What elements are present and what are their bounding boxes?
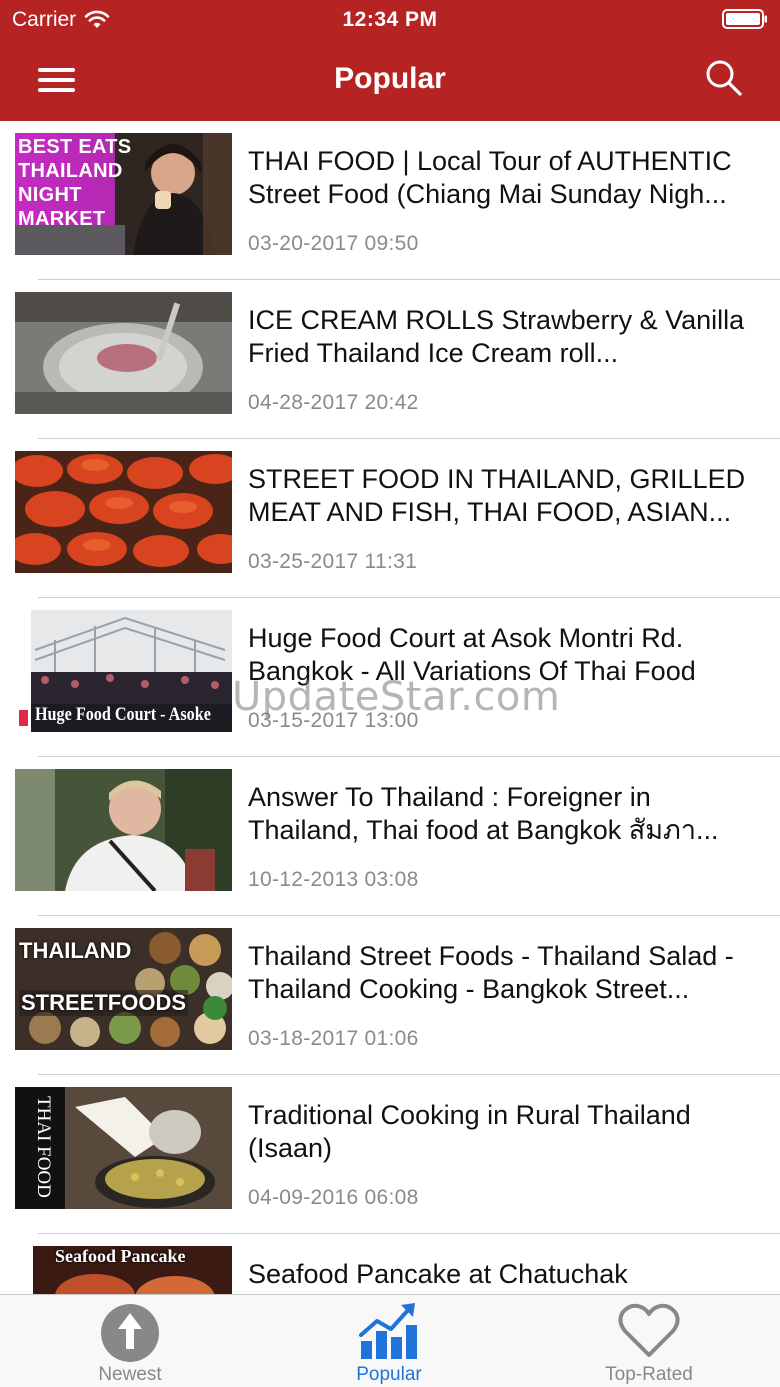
video-row[interactable]: BEST EATS THAILAND NIGHT MARKET THAI FOO… xyxy=(0,121,780,280)
thumbnail-caption-line: MARKET xyxy=(18,208,106,230)
video-row[interactable]: THAI FOOD Traditional Cooking in Rural T… xyxy=(0,1075,780,1234)
video-date: 03-15-2017 13:00 xyxy=(248,709,419,732)
video-thumbnail: THAI FOOD xyxy=(15,1087,232,1209)
video-row[interactable]: Huge Food Court - Asoke Huge Food Court … xyxy=(0,598,780,757)
page-title: Popular xyxy=(334,62,446,95)
video-title: Traditional Cooking in Rural Thailand (I… xyxy=(248,1100,691,1163)
thumbnail-caption: Huge Food Court - Asoke xyxy=(35,704,211,725)
arrow-up-circle-icon xyxy=(101,1304,159,1362)
tab-label: Top-Rated xyxy=(605,1364,693,1385)
video-row[interactable]: ICE CREAM ROLLS Strawberry & Vanilla Fri… xyxy=(0,280,780,439)
tab-label: Newest xyxy=(98,1364,162,1385)
thumbnail-caption: STREETFOODS xyxy=(19,990,189,1016)
app-header: Carrier 12:34 PM Popular xyxy=(0,0,780,121)
tab-newest[interactable]: Newest xyxy=(40,1295,220,1387)
video-list: BEST EATS THAILAND NIGHT MARKET THAI FOO… xyxy=(0,121,780,1295)
video-date: 04-28-2017 20:42 xyxy=(248,391,419,414)
thumbnail-caption-line: BEST EATS xyxy=(18,136,132,158)
thumbnail-art xyxy=(15,769,232,891)
video-date: 04-09-2016 06:08 xyxy=(248,1186,419,1209)
video-thumbnail: THAILAND STREETFOODS xyxy=(15,928,232,1050)
video-date: 03-20-2017 09:50 xyxy=(248,232,419,255)
bar-chart-trend-icon xyxy=(359,1303,417,1359)
video-thumbnail: BEST EATS THAILAND NIGHT MARKET xyxy=(15,133,232,255)
tab-top-rated[interactable]: Top-Rated xyxy=(559,1295,739,1387)
video-date: 03-18-2017 01:06 xyxy=(248,1027,419,1050)
status-time: 12:34 PM xyxy=(342,8,438,31)
battery-icon xyxy=(722,9,767,29)
video-title: Huge Food Court at Asok Montri Rd. Bangk… xyxy=(248,623,696,686)
video-row[interactable]: THAILAND STREETFOODS Thailand Street Foo… xyxy=(0,916,780,1075)
tab-bar: Newest Popular Top-Rated xyxy=(0,1294,780,1387)
thumbnail-art xyxy=(15,451,232,573)
thumbnail-caption: THAILAND xyxy=(19,938,132,963)
navigation-bar: Popular xyxy=(0,40,780,121)
video-thumbnail xyxy=(15,769,232,891)
video-thumbnail: Seafood Pancake xyxy=(15,1246,232,1295)
search-icon[interactable] xyxy=(704,58,744,98)
thumbnail-caption: BEST EATS THAILAND NIGHT MARKET xyxy=(18,135,131,231)
video-date: 03-25-2017 11:31 xyxy=(248,550,418,573)
thumbnail-caption: Seafood Pancake xyxy=(55,1246,186,1266)
video-row[interactable]: Answer To Thailand : Foreigner in Thaila… xyxy=(0,757,780,916)
thumbnail-caption: THAI FOOD xyxy=(33,1096,54,1198)
video-date: 10-12-2013 03:08 xyxy=(248,868,419,891)
video-title: Thailand Street Foods - Thailand Salad -… xyxy=(248,941,734,1004)
video-thumbnail: Huge Food Court - Asoke xyxy=(15,610,232,732)
video-row[interactable]: Seafood Pancake Seafood Pancake at Chatu… xyxy=(0,1234,780,1295)
tab-popular[interactable]: Popular xyxy=(299,1295,479,1387)
video-title: Answer To Thailand : Foreigner in Thaila… xyxy=(248,782,719,845)
video-title: ICE CREAM ROLLS Strawberry & Vanilla Fri… xyxy=(248,305,745,368)
thumbnail-caption-line: NIGHT xyxy=(18,184,82,206)
tab-label: Popular xyxy=(356,1364,422,1385)
video-thumbnail xyxy=(15,292,232,414)
video-thumbnail xyxy=(15,451,232,573)
video-row[interactable]: STREET FOOD IN THAILAND, GRILLED MEAT AN… xyxy=(0,439,780,598)
status-bar: Carrier 12:34 PM xyxy=(0,0,780,40)
thumbnail-art xyxy=(15,292,232,414)
video-title: THAI FOOD | Local Tour of AUTHENTIC Stre… xyxy=(248,146,732,209)
video-title: Seafood Pancake at Chatuchak xyxy=(248,1259,628,1289)
video-title: STREET FOOD IN THAILAND, GRILLED MEAT AN… xyxy=(248,464,746,527)
thumbnail-caption-line: THAILAND xyxy=(18,160,123,182)
heart-icon xyxy=(618,1303,680,1357)
